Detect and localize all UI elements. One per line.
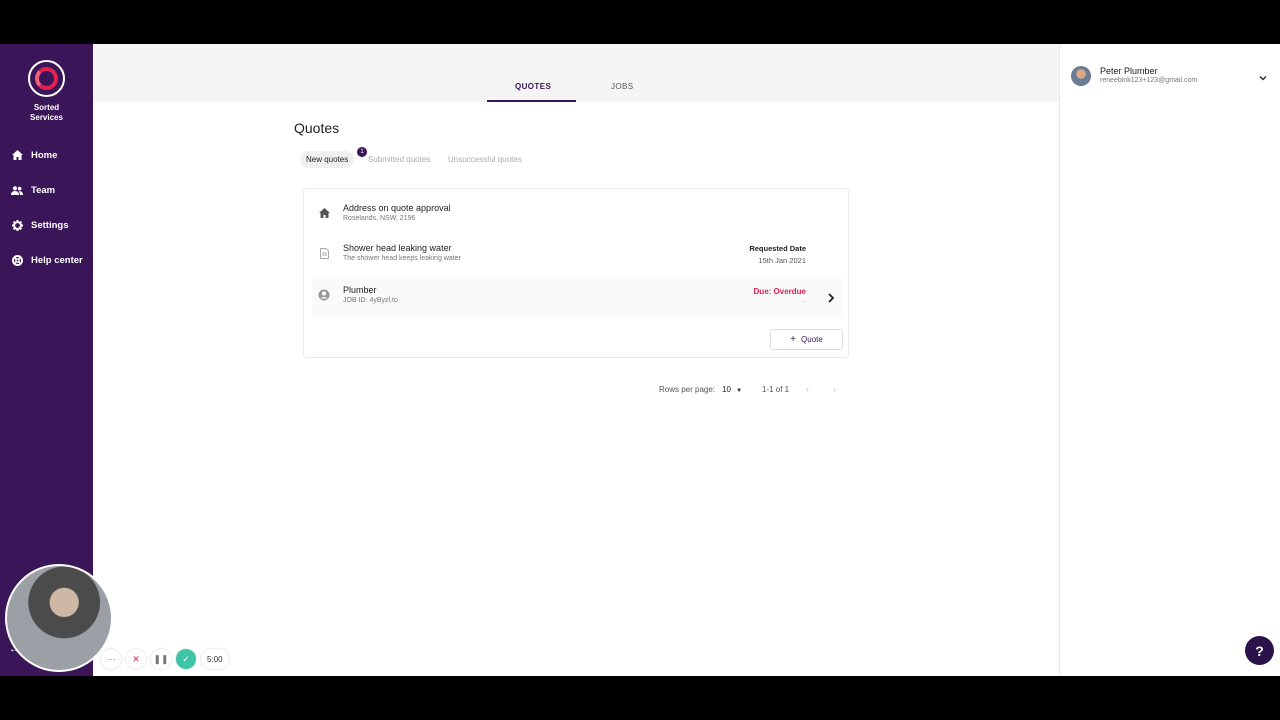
- house-icon: [318, 207, 330, 219]
- recording-timer: 5:00: [201, 649, 229, 669]
- job-description-row: Shower head leaking water The shower hea…: [312, 235, 842, 275]
- more-options-icon[interactable]: ···: [101, 649, 121, 669]
- add-quote-label: Quote: [801, 335, 823, 344]
- brand-logo-icon[interactable]: [28, 60, 65, 97]
- caret-down-icon: ▼: [736, 388, 743, 394]
- page-title: Quotes: [294, 120, 340, 136]
- rows-per-page-label: Rows per page:: [659, 385, 716, 394]
- finish-recording-icon[interactable]: ✓: [176, 649, 196, 669]
- active-tab-indicator: [487, 100, 576, 102]
- team-icon: [10, 185, 24, 195]
- sidebar-item-settings[interactable]: Settings: [0, 214, 93, 236]
- tab-quotes[interactable]: QUOTES: [515, 82, 551, 91]
- requested-date-label: Requested Date: [749, 244, 806, 253]
- job-description: The shower head keeps leaking water: [343, 255, 461, 262]
- sidebar-item-label: Home: [31, 149, 58, 161]
- app-screen: Sorted Services Home Team Settings Help …: [0, 44, 1280, 676]
- sidebar-item-label: Settings: [31, 219, 69, 231]
- new-quotes-count-badge: 1: [357, 147, 367, 157]
- address-suburb: Roselands, NSW, 2196: [343, 215, 416, 222]
- due-sub: --: [801, 299, 806, 306]
- job-title: Shower head leaking water: [343, 243, 452, 253]
- top-tabbar: QUOTES JOBS: [93, 44, 1059, 102]
- address-title: Address on quote approval: [343, 203, 451, 213]
- sidebar-item-team[interactable]: Team: [0, 179, 93, 201]
- user-email: reneebink123+123@gmail.com: [1100, 77, 1198, 84]
- chevron-down-icon[interactable]: [1258, 70, 1268, 81]
- due-status: Due: Overdue: [753, 287, 806, 296]
- sidebar-item-help-center[interactable]: Help center: [0, 249, 93, 271]
- address-row: Address on quote approval Roselands, NSW…: [312, 195, 842, 235]
- brand-name-line1: Sorted: [33, 103, 60, 112]
- trade-title: Plumber: [343, 285, 377, 295]
- pause-icon[interactable]: ❚❚: [151, 649, 171, 669]
- chevron-right-icon[interactable]: [826, 291, 836, 303]
- person-icon: [318, 289, 330, 301]
- gear-icon: [10, 219, 24, 231]
- sidebar-item-label: Team: [31, 184, 56, 196]
- rows-per-page-value: 10: [722, 385, 731, 394]
- subtab-submitted-quotes[interactable]: Submitted quotes: [368, 155, 430, 164]
- help-button[interactable]: ?: [1245, 636, 1274, 665]
- add-quote-button[interactable]: + Quote: [770, 329, 843, 350]
- subtab-new-quotes[interactable]: New quotes: [300, 151, 355, 168]
- job-id: JOB ID: 4yByzl.to: [343, 297, 398, 304]
- recorder-controls: ··· ✕ ❚❚ ✓ 5:00: [101, 648, 229, 670]
- lifebuoy-icon: [10, 254, 24, 266]
- document-icon: [318, 247, 330, 259]
- subtab-unsuccessful-quotes[interactable]: Unsuccessful quotes: [448, 155, 522, 164]
- brand-name: Sorted Services: [0, 103, 93, 123]
- pagination-range: 1-1 of 1: [762, 385, 790, 394]
- rows-per-page-select[interactable]: 10 ▼: [722, 385, 742, 394]
- sidebar-item-home[interactable]: Home: [0, 144, 93, 166]
- arrow-left-icon[interactable]: ←: [9, 644, 19, 655]
- trade-row[interactable]: Plumber JOB ID: 4yByzl.to Due: Overdue -…: [312, 277, 842, 317]
- plus-icon: +: [790, 334, 797, 345]
- requested-date-value: 15th Jan 2021: [758, 256, 806, 265]
- avatar[interactable]: [1071, 66, 1091, 86]
- cancel-recording-icon[interactable]: ✕: [126, 649, 146, 669]
- brand-name-line2: Services: [30, 113, 63, 122]
- home-icon: [10, 150, 24, 160]
- user-panel: Peter Plumber reneebink123+123@gmail.com: [1059, 44, 1280, 676]
- next-page-icon[interactable]: ›: [833, 384, 836, 394]
- main-content: QUOTES JOBS Quotes New quotes 1 Submitte…: [93, 44, 1059, 676]
- sidebar-item-label: Help center: [31, 254, 83, 266]
- webcam-preview: [5, 564, 113, 672]
- quote-card: Address on quote approval Roselands, NSW…: [303, 188, 849, 358]
- user-name: Peter Plumber: [1100, 66, 1158, 76]
- tab-jobs[interactable]: JOBS: [611, 82, 634, 91]
- previous-page-icon[interactable]: ‹: [806, 384, 809, 394]
